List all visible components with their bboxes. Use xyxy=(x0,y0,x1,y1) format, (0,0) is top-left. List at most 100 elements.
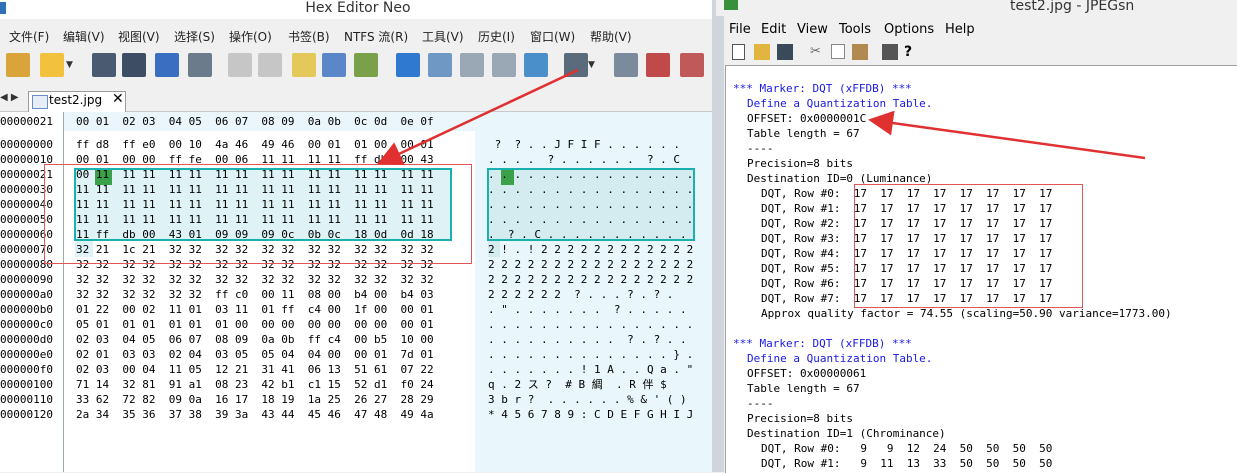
row-ascii[interactable]: 2 2 2 2 2 2 2 2 2 2 2 2 2 2 2 2 xyxy=(488,272,693,287)
column-header-labels: 00 01 02 03 04 05 06 07 08 09 0a 0b 0c 0… xyxy=(76,115,434,128)
row-address: 00000110 xyxy=(0,393,53,406)
row-address: 00000090 xyxy=(0,273,53,286)
tool-icon[interactable] xyxy=(614,53,638,77)
row-ascii[interactable]: 2 ! . ! 2 2 2 2 2 2 2 2 2 2 2 2 xyxy=(488,242,693,257)
row-hex-bytes[interactable]: 32 32 32 32 32 32 32 32 32 32 32 32 32 3… xyxy=(76,272,434,287)
help-icon[interactable]: ? xyxy=(904,44,920,60)
row-ascii[interactable]: 2 2 2 2 2 2 2 2 2 2 2 2 2 2 2 2 xyxy=(488,257,693,272)
row-ascii[interactable]: . . . . . . . . . . . . . . . . xyxy=(488,317,693,332)
find-previous-icon[interactable] xyxy=(492,53,516,77)
tab-nav-arrows[interactable]: ◀ ▶ xyxy=(0,92,19,103)
compare-icon[interactable] xyxy=(646,53,670,77)
print-icon[interactable] xyxy=(188,53,212,77)
menu-view[interactable]: View xyxy=(797,22,828,37)
pattern-icon[interactable] xyxy=(680,53,704,77)
menu-tools[interactable]: 工具(V) xyxy=(422,28,464,45)
row-hex-bytes[interactable]: 71 14 32 81 91 a1 08 23 42 b1 c1 15 52 d… xyxy=(76,377,434,392)
row-hex-bytes[interactable]: 33 62 72 82 09 0a 16 17 18 19 1a 25 26 2… xyxy=(76,392,434,407)
row-ascii[interactable]: 3 b r ? . . . . . . % & ' ( ) xyxy=(488,392,687,407)
save-icon[interactable] xyxy=(92,53,116,77)
row-ascii[interactable]: q . 2 ス ? # B 綢 . R 伴 $ xyxy=(488,377,667,392)
save-as-icon[interactable] xyxy=(122,53,146,77)
chevron-down-icon[interactable]: ▼ xyxy=(588,53,600,77)
hex-menubar: 文件(F) 编辑(V) 视图(V) 选择(S) 操作(O) 书签(B) NTFS… xyxy=(0,24,716,46)
row-hex-bytes[interactable]: 02 03 04 05 06 07 08 09 0a 0b ff c4 00 b… xyxy=(76,332,434,347)
row-address: 000000d0 xyxy=(0,333,53,346)
menu-bookmarks[interactable]: 书签(B) xyxy=(288,28,330,45)
undo-icon[interactable] xyxy=(228,53,252,77)
row-hex-bytes[interactable]: 02 03 00 04 11 05 12 21 31 41 06 13 51 6… xyxy=(76,362,434,377)
export-icon[interactable] xyxy=(396,53,420,77)
row-ascii[interactable]: . . . . . . . ! 1 A . . Q a . " xyxy=(488,362,693,377)
structure-icon[interactable] xyxy=(564,53,588,77)
row-ascii[interactable]: . . . . . . . . . . . . . . . . xyxy=(488,167,693,182)
hex-row: 00000000 ff d8 ff e0 00 10 4a 46 49 46 00… xyxy=(0,137,716,152)
menu-file[interactable]: 文件(F) xyxy=(9,28,49,45)
menu-help[interactable]: Help xyxy=(945,22,975,37)
open-folder-icon[interactable] xyxy=(40,53,64,77)
redo-icon[interactable] xyxy=(258,53,282,77)
edit-note-icon[interactable] xyxy=(292,53,316,77)
search-icon[interactable] xyxy=(428,53,452,77)
menu-select[interactable]: 选择(S) xyxy=(174,28,215,45)
open-folder-icon[interactable] xyxy=(754,44,770,60)
row-ascii[interactable]: . . . . . . . . . . . . . . . . xyxy=(488,182,693,197)
chevron-down-icon[interactable]: ▼ xyxy=(66,53,78,77)
row-address: 000000b0 xyxy=(0,303,53,316)
tab-label[interactable]: test2.jpg xyxy=(49,93,102,107)
menu-edit[interactable]: 编辑(V) xyxy=(63,28,105,45)
row-ascii[interactable]: . . . . . . . . . . ? . ? . . xyxy=(488,332,687,347)
menu-window[interactable]: 窗口(W) xyxy=(530,28,575,45)
copy-icon[interactable] xyxy=(322,53,346,77)
cut-icon[interactable]: ✂ xyxy=(810,44,826,60)
row-address: 000000e0 xyxy=(0,348,53,361)
annotation-box-right xyxy=(854,184,1083,308)
row-ascii[interactable]: . . . . . . . . . . . . . . . . xyxy=(488,197,693,212)
row-hex-bytes[interactable]: 02 01 03 03 02 04 03 05 05 04 04 00 00 0… xyxy=(76,347,434,362)
menu-options[interactable]: Options xyxy=(884,22,934,37)
row-address: 00000120 xyxy=(0,408,53,421)
row-hex-bytes[interactable]: 05 01 01 01 01 01 01 00 00 00 00 00 00 0… xyxy=(76,317,434,332)
save-all-icon[interactable] xyxy=(155,53,179,77)
row-hex-bytes[interactable]: 32 32 32 32 32 32 ff c0 00 11 08 00 b4 0… xyxy=(76,287,434,302)
menu-edit[interactable]: Edit xyxy=(761,22,786,37)
row-ascii[interactable]: ? ? . . J F I F . . . . . . xyxy=(488,137,680,152)
new-file-icon[interactable] xyxy=(732,44,745,60)
row-ascii[interactable]: . . . . . . . . . . . . . . } . xyxy=(488,347,693,362)
output-line: *** Marker: DQT (xFFDB) *** xyxy=(733,82,912,95)
close-icon[interactable]: ✕ xyxy=(112,91,124,107)
save-icon[interactable] xyxy=(777,44,793,60)
hex-row: 00000120 2a 34 35 36 37 38 39 3a 43 44 45… xyxy=(0,407,716,422)
row-ascii[interactable]: * 4 5 6 7 8 9 : C D E F G H I J xyxy=(488,407,693,422)
row-ascii[interactable]: . . . . ? . . . . . . ? . C xyxy=(488,152,680,167)
hex-row: 00000110 33 62 72 82 09 0a 16 17 18 19 1a… xyxy=(0,392,716,407)
row-ascii[interactable]: . " . . . . . . . ? . . . . . xyxy=(488,302,687,317)
menu-history[interactable]: 历史(I) xyxy=(478,28,515,45)
menu-file[interactable]: File xyxy=(729,22,751,37)
row-hex-bytes[interactable]: ff d8 ff e0 00 10 4a 46 49 46 00 01 01 0… xyxy=(76,137,434,152)
jpegsnoop-titlebar xyxy=(716,0,1237,16)
copy-icon[interactable] xyxy=(831,44,845,59)
menu-tools[interactable]: Tools xyxy=(839,22,871,37)
output-line: DQT, Row #0: 9 9 12 24 50 50 50 50 xyxy=(761,442,1053,455)
paste-icon[interactable] xyxy=(852,44,868,60)
window-border xyxy=(712,0,724,472)
row-ascii[interactable]: 2 2 2 2 2 2 ? . . . ? . ? . xyxy=(488,287,673,302)
row-ascii[interactable]: . . . . . . . . . . . . . . . . xyxy=(488,212,693,227)
menu-help[interactable]: 帮助(V) xyxy=(590,28,632,45)
output-line: OFFSET: 0x00000061 xyxy=(747,367,867,380)
hex-row: 000000a0 32 32 32 32 32 32 ff c0 00 11 08… xyxy=(0,287,716,302)
find-next-icon[interactable] xyxy=(460,53,484,77)
menu-view[interactable]: 视图(V) xyxy=(118,28,160,45)
new-file-icon[interactable] xyxy=(6,53,30,77)
menu-operation[interactable]: 操作(O) xyxy=(229,28,272,45)
print-icon[interactable] xyxy=(882,44,898,60)
column-header-addr: 00000021 xyxy=(0,115,53,128)
menu-ntfs[interactable]: NTFS 流(R) xyxy=(344,28,408,45)
row-hex-bytes[interactable]: 01 22 00 02 11 01 03 11 01 ff c4 00 1f 0… xyxy=(76,302,434,317)
hex-toolbar: ▼ ▼ xyxy=(0,48,716,86)
bookmark-icon[interactable] xyxy=(524,53,548,77)
row-ascii[interactable]: . ? . C . . . . . . . . . . . xyxy=(488,227,687,242)
paste-icon[interactable] xyxy=(354,53,378,77)
row-hex-bytes[interactable]: 2a 34 35 36 37 38 39 3a 43 44 45 46 47 4… xyxy=(76,407,434,422)
